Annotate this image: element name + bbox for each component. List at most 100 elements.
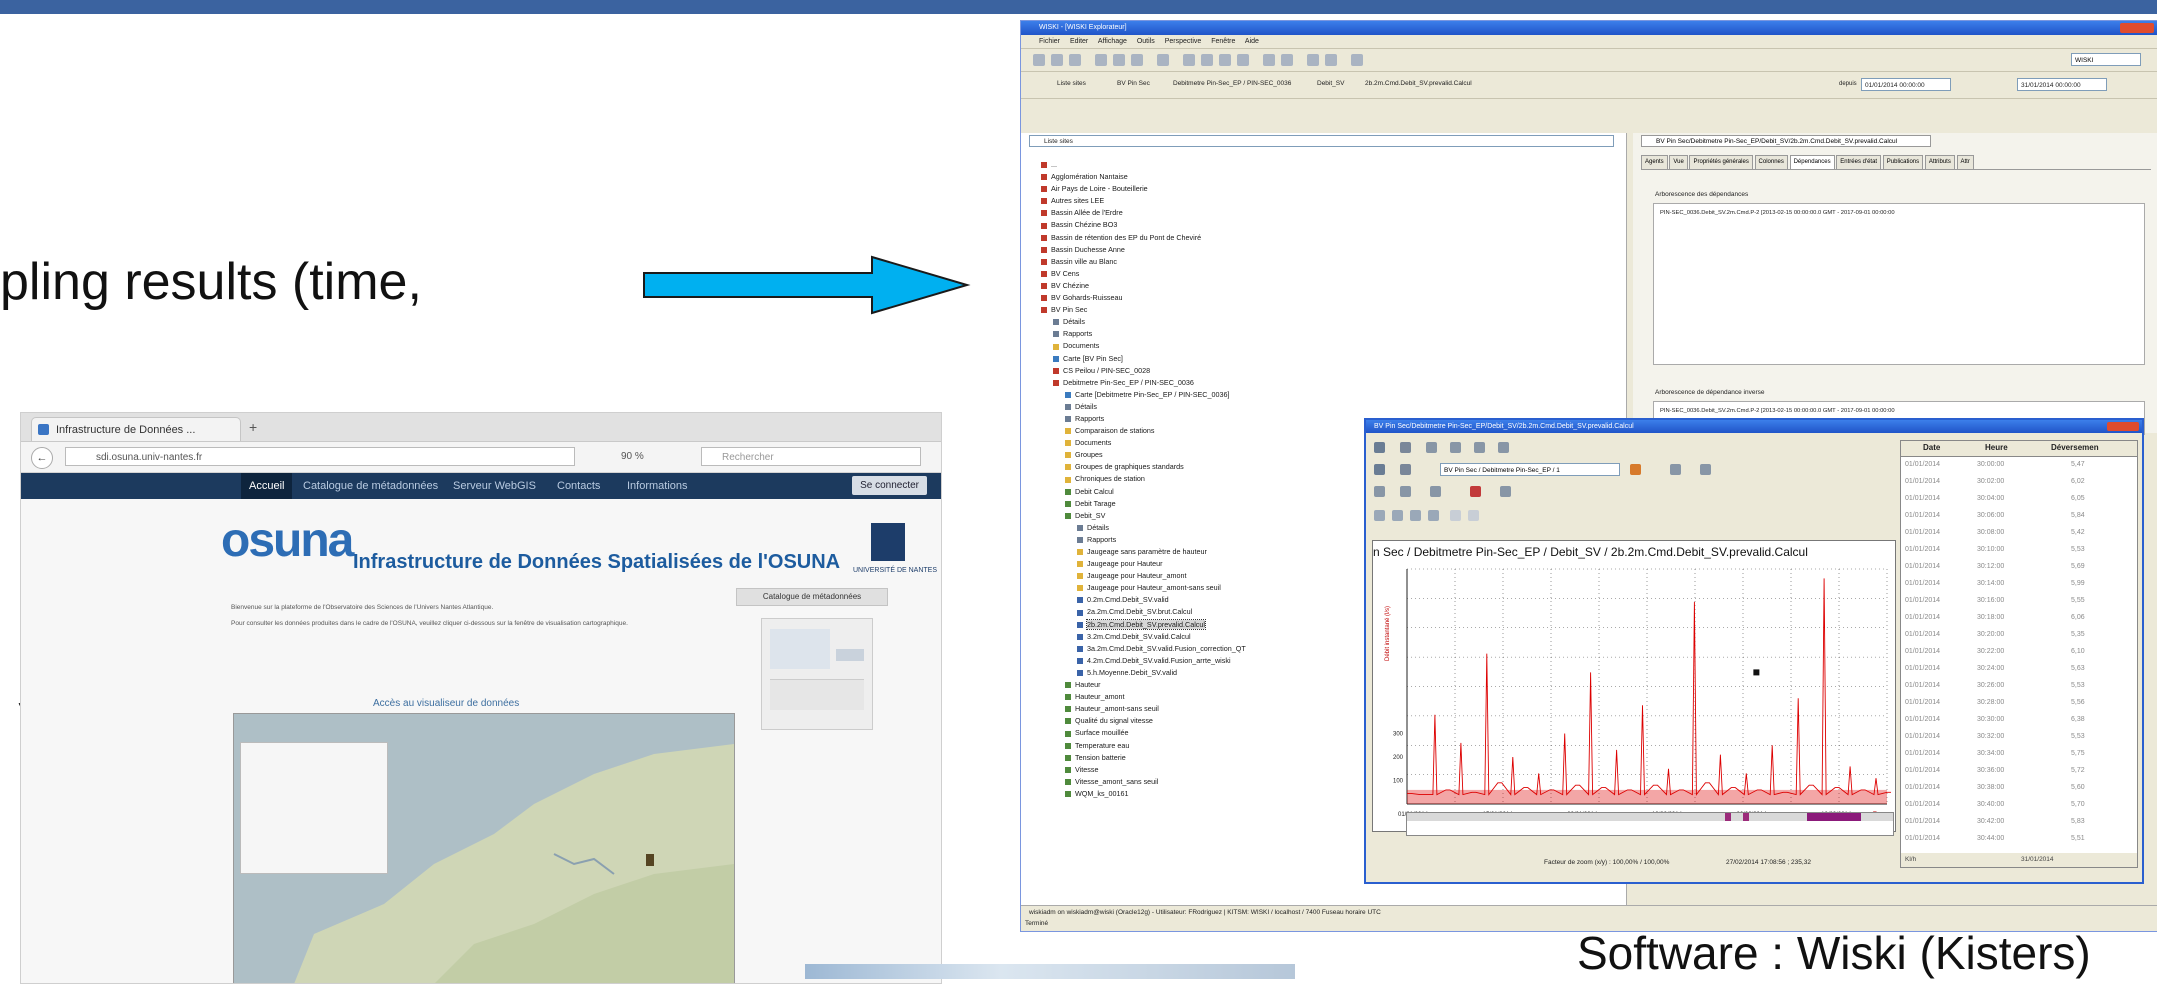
tree-item[interactable]: Bassin ville au Blanc bbox=[1031, 256, 1621, 268]
data-table[interactable]: Date Heure Déversemen 01/01/2014 30:00:00… bbox=[1900, 440, 2138, 868]
tree-item[interactable]: Debitmetre Pin-Sec_EP / PIN-SEC_0036 bbox=[1031, 377, 1621, 389]
tree-item[interactable]: Bassin de rétention des EP du Pont de Ch… bbox=[1031, 232, 1621, 244]
menu-fichier[interactable]: Fichier bbox=[1039, 38, 1060, 45]
last-icon[interactable] bbox=[1237, 54, 1249, 66]
layout-icon[interactable] bbox=[1374, 464, 1385, 475]
tree-item[interactable]: Air Pays de Loire - Bouteillerie bbox=[1031, 183, 1621, 195]
breadcrumb-item[interactable]: BV Pin Sec bbox=[1117, 80, 1150, 87]
nav-item-contacts[interactable]: Contacts bbox=[557, 473, 600, 499]
edit-icon[interactable] bbox=[1630, 464, 1641, 475]
paste-icon[interactable] bbox=[1131, 54, 1143, 66]
subtab-dependances[interactable]: Dépendances bbox=[1789, 155, 1835, 169]
tree-item[interactable]: Carte [BV Pin Sec] bbox=[1031, 353, 1621, 365]
tree-item[interactable]: Documents bbox=[1031, 340, 1621, 352]
dep-tree-item[interactable]: PIN-SEC_0036.Debit_SV.2m.Cmd.P-2 [2013-0… bbox=[1660, 210, 1895, 216]
sum-icon[interactable] bbox=[1374, 486, 1385, 497]
tree-item[interactable]: Agglomération Nantaise bbox=[1031, 171, 1621, 183]
plot-area[interactable]: n Sec / Debitmetre Pin-Sec_EP / Debit_SV… bbox=[1372, 540, 1896, 832]
browser-tab[interactable]: Infrastructure de Données ... bbox=[31, 417, 241, 441]
prev-icon[interactable] bbox=[1201, 54, 1213, 66]
nav-item-catalog[interactable]: Catalogue de métadonnées bbox=[303, 473, 438, 499]
table-row[interactable]: 01/01/2014 30:12:00 5,69 bbox=[1901, 560, 2121, 574]
table-row[interactable]: 01/01/2014 30:08:00 5,42 bbox=[1901, 526, 2121, 540]
redo-icon[interactable] bbox=[1700, 464, 1711, 475]
tree-combo[interactable]: Liste sites bbox=[1029, 135, 1614, 147]
table-row[interactable]: 01/01/2014 30:20:00 5,35 bbox=[1901, 628, 2121, 642]
menu-aide[interactable]: Aide bbox=[1245, 38, 1259, 45]
connect-button[interactable]: Se connecter bbox=[852, 476, 927, 495]
breadcrumb-item[interactable]: 2b.2m.Cmd.Debit_SV.prevalid.Calcul bbox=[1365, 80, 1472, 87]
new-tab-plus-icon[interactable]: + bbox=[249, 419, 257, 435]
filter-icon[interactable] bbox=[1307, 54, 1319, 66]
to-date-field[interactable]: 31/01/2014 00:00:00 bbox=[2017, 78, 2107, 91]
catalog-thumbnail[interactable] bbox=[761, 618, 873, 730]
breadcrumb-item[interactable]: Liste sites bbox=[1057, 80, 1086, 87]
table-row[interactable]: 01/01/2014 30:38:00 5,60 bbox=[1901, 781, 2121, 795]
menu-outils[interactable]: Outils bbox=[1137, 38, 1155, 45]
window-icon[interactable] bbox=[1410, 510, 1421, 521]
tree-item[interactable]: BV Chézine bbox=[1031, 280, 1621, 292]
table-row[interactable]: 01/01/2014 30:10:00 5,53 bbox=[1901, 543, 2121, 557]
subtab-etat[interactable]: Entrées d'état bbox=[1836, 155, 1882, 169]
tree-item[interactable]: Autres sites LEE bbox=[1031, 195, 1621, 207]
table-row[interactable]: 01/01/2014 30:36:00 5,72 bbox=[1901, 764, 2121, 778]
map-viewer[interactable] bbox=[233, 713, 735, 983]
table-row[interactable]: 01/01/2014 30:28:00 5,56 bbox=[1901, 696, 2121, 710]
catalog-button[interactable]: Catalogue de métadonnées bbox=[736, 588, 888, 606]
undo-icon[interactable] bbox=[1670, 464, 1681, 475]
nav-item-webgis[interactable]: Serveur WebGIS bbox=[453, 473, 536, 499]
back-arrow-icon[interactable]: ← bbox=[31, 447, 53, 469]
table-row[interactable]: 01/01/2014 30:32:00 5,53 bbox=[1901, 730, 2121, 744]
window-icon[interactable] bbox=[1374, 510, 1385, 521]
cut-icon[interactable] bbox=[1095, 54, 1107, 66]
help-icon[interactable] bbox=[1351, 54, 1363, 66]
save-icon[interactable] bbox=[1400, 442, 1411, 453]
menu-fenetre[interactable]: Fenêtre bbox=[1211, 38, 1235, 45]
menu-affichage[interactable]: Affichage bbox=[1098, 38, 1127, 45]
subtab-vue[interactable]: Vue bbox=[1669, 155, 1688, 169]
subtab-attributs[interactable]: Attributs bbox=[1924, 155, 1955, 169]
subtab-colonnes[interactable]: Colonnes bbox=[1754, 155, 1788, 169]
table-icon[interactable] bbox=[1281, 54, 1293, 66]
breadcrumb-item[interactable]: Debitmetre Pin-Sec_EP / PIN-SEC_0036 bbox=[1173, 80, 1291, 87]
tree-item[interactable]: BV Gohards-Ruisseau bbox=[1031, 292, 1621, 304]
table-icon[interactable] bbox=[1474, 442, 1485, 453]
table-row[interactable]: 01/01/2014 30:06:00 5,84 bbox=[1901, 509, 2121, 523]
flag-icon[interactable] bbox=[1470, 486, 1481, 497]
zoom-in-icon[interactable] bbox=[1400, 464, 1411, 475]
zoom-icon[interactable] bbox=[1450, 442, 1461, 453]
table-row[interactable]: 01/01/2014 30:30:00 6,38 bbox=[1901, 713, 2121, 727]
window-icon[interactable] bbox=[1450, 510, 1461, 521]
table-row[interactable]: 01/01/2014 30:42:00 5,83 bbox=[1901, 815, 2121, 829]
from-date-field[interactable]: 01/01/2014 00:00:00 bbox=[1861, 78, 1951, 91]
rev-dep-item[interactable]: PIN-SEC_0036.Debit_SV.2m.Cmd.P-2 [2013-0… bbox=[1660, 408, 1895, 414]
detail-tab[interactable]: BV Pin Sec/Debitmetre Pin-Sec_EP/Debit_S… bbox=[1641, 135, 1931, 147]
refresh-icon[interactable] bbox=[1325, 54, 1337, 66]
table-row[interactable]: 01/01/2014 30:26:00 5,53 bbox=[1901, 679, 2121, 693]
save-icon[interactable] bbox=[1069, 54, 1081, 66]
table-row[interactable]: 01/01/2014 30:00:00 5,47 bbox=[1901, 458, 2121, 472]
table-row[interactable]: 01/01/2014 30:04:00 6,05 bbox=[1901, 492, 2121, 506]
graph-icon[interactable] bbox=[1263, 54, 1275, 66]
column-header-time[interactable]: Heure bbox=[1985, 443, 2008, 452]
tree-item[interactable]: BV Cens bbox=[1031, 268, 1621, 280]
table-row[interactable]: 01/01/2014 30:02:00 6,02 bbox=[1901, 475, 2121, 489]
chart-icon[interactable] bbox=[1498, 442, 1509, 453]
tree-item[interactable]: Détails bbox=[1031, 316, 1621, 328]
filter-icon[interactable] bbox=[1430, 486, 1441, 497]
tree-item[interactable]: Bassin Allée de l'Erdre bbox=[1031, 207, 1621, 219]
column-header-date[interactable]: Date bbox=[1923, 443, 1940, 452]
window-controls-icon[interactable] bbox=[2120, 23, 2154, 33]
subtab-publications[interactable]: Publications bbox=[1882, 155, 1924, 169]
print-icon[interactable] bbox=[1426, 442, 1437, 453]
search-icon[interactable] bbox=[1400, 486, 1411, 497]
table-row[interactable]: 01/01/2014 30:40:00 5,70 bbox=[1901, 798, 2121, 812]
tree-item[interactable]: Détails bbox=[1031, 401, 1621, 413]
tree-item[interactable]: Carte [Debitmetre Pin-Sec_EP / PIN-SEC_0… bbox=[1031, 389, 1621, 401]
window-controls-icon[interactable] bbox=[2107, 422, 2139, 431]
delete-icon[interactable] bbox=[1157, 54, 1169, 66]
station-combo[interactable]: BV Pin Sec / Debitmetre Pin-Sec_EP / 1 bbox=[1440, 463, 1620, 476]
table-row[interactable]: 01/01/2014 30:18:00 6,06 bbox=[1901, 611, 2121, 625]
subtab-attr[interactable]: Attr bbox=[1956, 155, 1974, 169]
subtab-general[interactable]: Propriétés générales bbox=[1689, 155, 1753, 169]
